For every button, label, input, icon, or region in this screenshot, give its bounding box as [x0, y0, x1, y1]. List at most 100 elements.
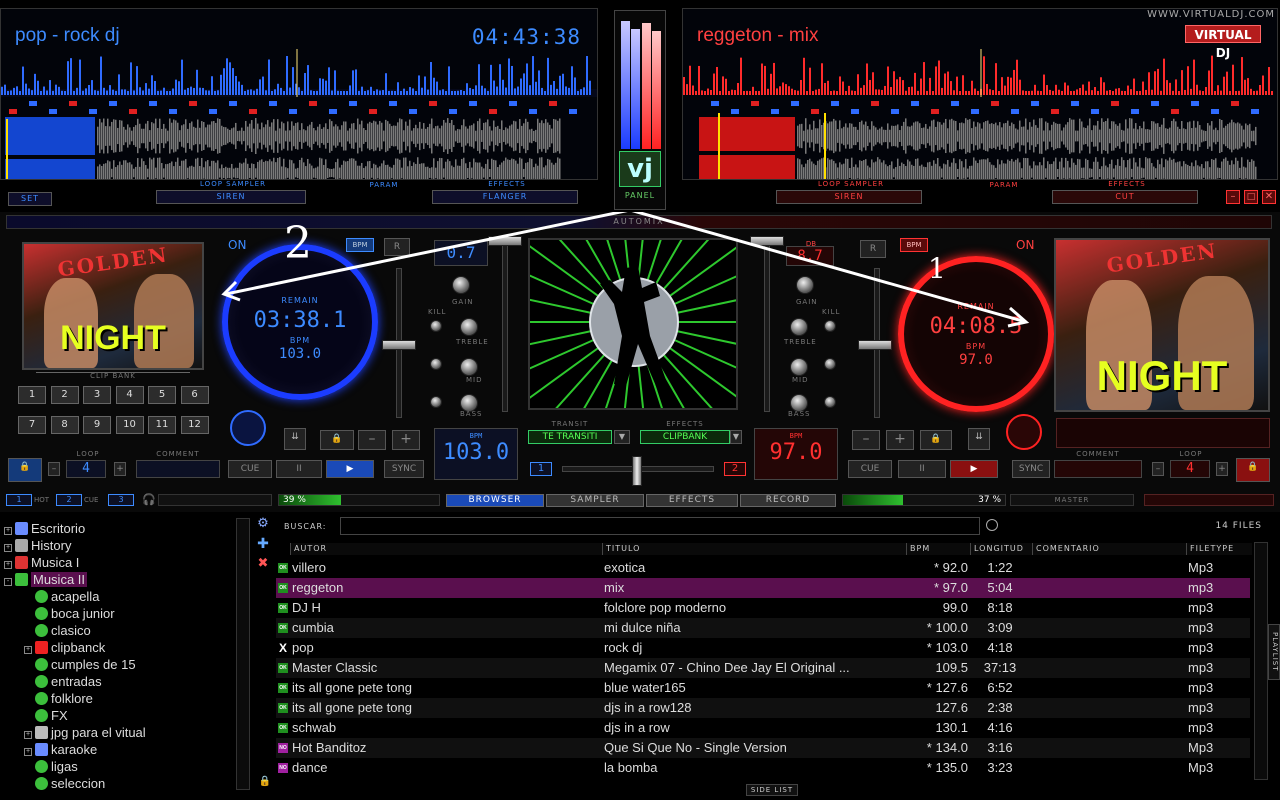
effect-select-right[interactable]: CUT — [1052, 190, 1198, 204]
list-scrollbar[interactable] — [1254, 542, 1268, 780]
add-folder-icon[interactable]: ✚ — [254, 536, 272, 554]
clip-bank-button[interactable]: 5 — [148, 386, 176, 404]
tree-item[interactable]: boca junior — [24, 605, 115, 622]
tree-expander-icon[interactable]: + — [4, 544, 12, 552]
tree-item[interactable]: seleccion — [24, 775, 105, 792]
table-row[interactable]: OK schwab djs in a row 130.1 4:16 mp3 — [276, 718, 1250, 738]
headphone-volume-left[interactable] — [158, 494, 272, 506]
maximize-icon[interactable]: □ — [1244, 190, 1258, 204]
table-row[interactable]: OK DJ H folclore pop moderno 99.0 8:18 mp3 — [276, 598, 1250, 618]
clip-bank-button[interactable]: 7 — [18, 416, 46, 434]
cell-titulo: rock dj — [604, 640, 643, 655]
side-list-button[interactable]: SIDE LIST — [746, 784, 798, 796]
tree-expander-icon[interactable]: + — [24, 731, 32, 739]
tree-item[interactable]: + Musica I — [4, 554, 79, 571]
clip-bank-button[interactable]: 2 — [50, 386, 79, 404]
tree-expander-icon[interactable]: + — [24, 748, 32, 756]
remove-folder-icon[interactable]: ✖ — [254, 556, 272, 574]
clip-bank-button[interactable]: 11 — [148, 416, 176, 434]
play-folder-icon — [35, 709, 48, 722]
lock-icon[interactable]: 🔒 — [258, 776, 272, 790]
column-header[interactable]: AUTOR — [290, 543, 602, 555]
cell-titulo: exotica — [604, 560, 646, 575]
clip-bank-button[interactable]: 10 — [115, 416, 144, 434]
music-folder-icon — [15, 573, 28, 586]
minimize-icon[interactable]: – — [1226, 190, 1240, 204]
search-input[interactable] — [340, 517, 980, 535]
tree-item[interactable]: + clipbanck — [24, 639, 105, 656]
headphones-icon[interactable]: 🎧 — [142, 493, 156, 506]
column-header[interactable]: LONGITUD — [970, 543, 1032, 555]
vj-panel-button[interactable]: vj — [619, 151, 661, 187]
tree-expander-icon[interactable]: - — [4, 578, 12, 586]
cell-longitud: 3:16 — [987, 740, 1013, 755]
tree-item-label: ligas — [51, 759, 78, 774]
deck-left-volume-bar[interactable]: 39 % — [278, 494, 440, 506]
tab-effects[interactable]: EFFECTS — [646, 494, 738, 507]
tab-sampler[interactable]: SAMPLER — [546, 494, 644, 507]
settings-icon[interactable]: ⚙ — [254, 516, 272, 534]
clip-bank-button[interactable]: 3 — [83, 386, 111, 404]
folder-tree[interactable]: + Escritorio + History + Musica I - Musica II ac… — [0, 514, 254, 800]
column-header[interactable]: COMENTARIO — [1032, 543, 1186, 555]
tree-item[interactable]: + History — [4, 537, 71, 554]
tab-browser[interactable]: BROWSER — [446, 494, 544, 507]
tree-item-label: Musica I — [31, 555, 80, 570]
tree-expander-icon[interactable]: + — [24, 646, 32, 654]
playlist-tab[interactable]: PLAYLIST — [1268, 624, 1280, 680]
deck-right-volume-bar[interactable]: 37 % — [842, 494, 1006, 506]
tree-item[interactable]: entradas — [24, 673, 102, 690]
clip-bank-button[interactable]: 9 — [83, 416, 111, 434]
clip-bank-button[interactable]: 4 — [115, 386, 144, 404]
cell-longitud: 3:09 — [987, 620, 1013, 635]
table-row[interactable]: OK Master Classic Megamix 07 - Chino Dee J… — [276, 658, 1250, 678]
table-row[interactable]: OK reggeton mix * 97.0 5:04 mp3 — [276, 578, 1250, 598]
cell-filetype: mp3 — [1188, 660, 1214, 675]
clip-bank-button[interactable]: 1 — [18, 386, 46, 404]
tree-expander-icon[interactable]: + — [4, 527, 12, 535]
table-row[interactable]: OK its all gone pete tong djs in a row128 1… — [276, 698, 1250, 718]
hot-cues-right[interactable] — [1144, 494, 1274, 506]
clip-bank-button[interactable]: 12 — [180, 416, 209, 434]
hot-cue-1-left[interactable]: 1 — [6, 494, 32, 506]
effect-select-left[interactable]: FLANGER — [432, 190, 578, 204]
table-row[interactable]: OK cumbia mi dulce niña * 100.0 3:09 mp3 — [276, 618, 1250, 638]
set-button[interactable]: SET — [8, 192, 52, 206]
tab-record[interactable]: RECORD — [740, 494, 836, 507]
tree-item[interactable]: cumples de 15 — [24, 656, 136, 673]
clip-bank-button[interactable]: 8 — [50, 416, 79, 434]
tree-item[interactable]: + jpg para el vitual — [24, 724, 146, 741]
table-row[interactable]: Xpop rock dj * 103.0 4:18 mp3 — [276, 638, 1250, 658]
play-folder-icon — [35, 760, 48, 773]
table-row[interactable]: NO Hot Banditoz Que Si Que No - Single Ver… — [276, 738, 1250, 758]
tree-item[interactable]: clasico — [24, 622, 91, 639]
table-row[interactable]: NO dance la bomba * 135.0 3:23 Mp3 — [276, 758, 1250, 778]
master-volume-bar[interactable]: MASTER — [1010, 494, 1134, 506]
tree-item[interactable]: ligas — [24, 758, 78, 775]
tree-item[interactable]: + karaoke — [24, 741, 97, 758]
hot-cue-2-left[interactable]: 2 — [56, 494, 82, 506]
cell-autor: Master Classic — [292, 660, 378, 675]
table-row[interactable]: OK villero exotica * 92.0 1:22 Mp3 — [276, 558, 1250, 578]
clip-bank-button[interactable]: 6 — [180, 386, 209, 404]
tree-item[interactable]: acapella — [24, 588, 99, 605]
deck-left-waveform-panel[interactable]: pop - rock dj 04:43:38 — [0, 8, 598, 180]
tree-item-label: boca junior — [51, 606, 115, 621]
close-icon[interactable]: ✕ — [1262, 190, 1276, 204]
tree-item[interactable]: folklore — [24, 690, 93, 707]
tree-scrollbar[interactable] — [236, 518, 250, 790]
tree-item[interactable]: - Musica II — [4, 571, 88, 588]
deck-right-waveform-panel[interactable]: WWW.VIRTUALDJ.COM reggeton - mix VIRTUAL… — [682, 8, 1278, 180]
sampler-select-left[interactable]: SIREN — [156, 190, 306, 204]
tree-item[interactable]: FX — [24, 707, 68, 724]
tree-item[interactable]: + Escritorio — [4, 520, 85, 537]
sampler-select-right[interactable]: SIREN — [776, 190, 922, 204]
search-clear-icon[interactable] — [986, 519, 998, 531]
tree-expander-icon[interactable]: + — [4, 561, 12, 569]
column-header[interactable]: TITULO — [602, 543, 906, 555]
table-row[interactable]: OK its all gone pete tong blue water165 * 1… — [276, 678, 1250, 698]
column-header[interactable]: FILETYPE — [1186, 543, 1252, 555]
cue-tag-left: CUE — [84, 496, 99, 504]
column-header[interactable]: BPM — [906, 543, 970, 555]
hot-cue-3-left[interactable]: 3 — [108, 494, 134, 506]
